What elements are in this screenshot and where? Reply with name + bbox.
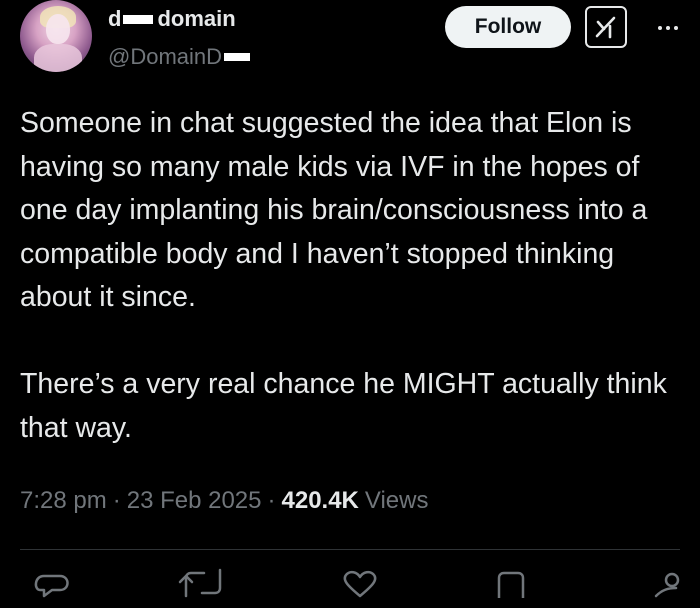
follow-button[interactable]: Follow [445,6,571,48]
grok-icon [595,16,616,39]
avatar[interactable] [20,0,92,72]
handle[interactable]: @DomainD [108,42,251,72]
tweet-text: Someone in chat suggested the idea that … [20,102,692,450]
reply-icon [34,574,69,598]
display-name-rest: domain [157,6,236,31]
bookmark-button[interactable] [495,568,531,608]
views-label: Views [364,487,429,514]
heart-icon [343,570,377,598]
tweet-paragraph: There’s a very real chance he MIGHT actu… [20,368,667,444]
separator: · [267,487,276,514]
display-name-start: d [108,6,122,31]
redaction-bar [224,53,251,61]
grok-button[interactable] [585,6,627,48]
reply-button[interactable] [30,568,74,608]
share-icon [654,572,680,598]
divider [20,549,680,550]
tweet-time[interactable]: 7:28 pm [20,487,107,515]
redaction-bar [123,14,154,24]
more-icon [658,26,662,30]
tweet-card: d domain @DomainD Follow Someone in chat… [0,0,700,598]
separator: · [112,487,121,514]
handle-text: @DomainD [108,44,223,69]
tweet-meta: 7:28 pm · 23 Feb 2025 · 420.4K Views [20,483,428,519]
more-options-button[interactable] [648,18,688,38]
like-button[interactable] [340,568,380,608]
tweet-date[interactable]: 23 Feb 2025 [127,487,262,515]
more-icon [666,26,670,30]
display-name[interactable]: d domain [108,4,236,34]
more-icon [674,26,678,30]
share-button[interactable] [650,568,690,608]
avatar-body [34,44,82,72]
tweet-paragraph: Someone in chat suggested the idea that … [20,107,648,313]
avatar-face [46,14,70,44]
bookmark-icon [497,571,525,598]
retweet-button[interactable] [178,568,228,608]
views-count: 420.4K [281,487,359,514]
action-bar [0,568,700,608]
retweet-icon [178,568,222,598]
